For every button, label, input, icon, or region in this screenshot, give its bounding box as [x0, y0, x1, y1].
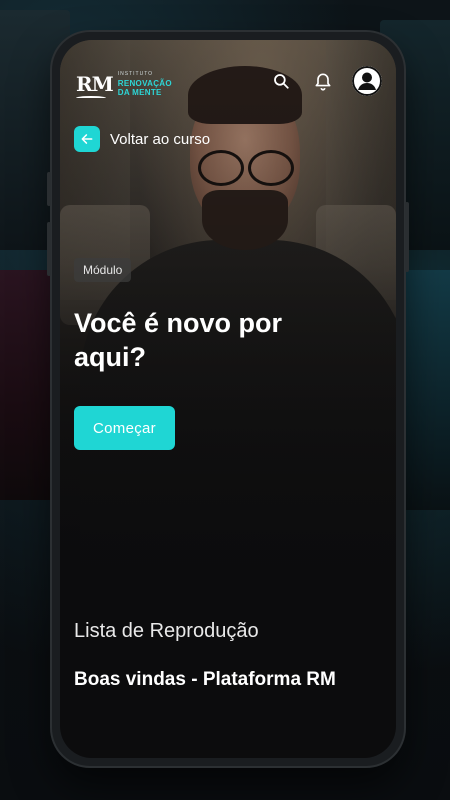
back-to-course-link[interactable]: Voltar ao curso: [74, 126, 210, 152]
bell-icon: [315, 73, 331, 91]
module-tag: Módulo: [74, 258, 132, 282]
logo-mark-text: RM: [76, 71, 114, 96]
phone-frame: RM INSTITUTO RENOVAÇÃO DA MENTE Voltar a…: [47, 32, 409, 766]
logo-mark: RM: [76, 71, 114, 98]
user-avatar-icon: [352, 66, 382, 96]
arrow-left-icon: [81, 134, 93, 144]
back-button[interactable]: [74, 126, 100, 152]
logo-text: INSTITUTO RENOVAÇÃO DA MENTE: [118, 70, 172, 97]
start-button[interactable]: Começar: [74, 406, 175, 450]
brand-logo[interactable]: RM INSTITUTO RENOVAÇÃO DA MENTE: [76, 70, 172, 98]
search-button[interactable]: [268, 66, 294, 96]
logo-line-1: RENOVAÇÃO: [117, 79, 172, 88]
volume-button: [47, 172, 51, 206]
app-screen: RM INSTITUTO RENOVAÇÃO DA MENTE Voltar a…: [60, 40, 396, 758]
playlist-item[interactable]: Boas vindas - Plataforma RM: [74, 666, 374, 694]
logo-line-2: DA MENTE: [117, 88, 162, 97]
back-label[interactable]: Voltar ao curso: [110, 131, 210, 148]
top-header: RM INSTITUTO RENOVAÇÃO DA MENTE: [60, 66, 396, 106]
module-title: Você é novo por aqui?: [74, 308, 283, 372]
power-button: [405, 202, 409, 272]
header-actions: [268, 66, 382, 96]
volume-button: [47, 222, 51, 276]
search-icon: [274, 74, 289, 89]
profile-avatar-button[interactable]: [352, 66, 382, 96]
logo-line-small: INSTITUTO: [117, 71, 154, 77]
book-icon: [76, 95, 106, 100]
playlist-heading: Lista de Reprodução: [74, 620, 259, 642]
notifications-button[interactable]: [310, 66, 336, 96]
